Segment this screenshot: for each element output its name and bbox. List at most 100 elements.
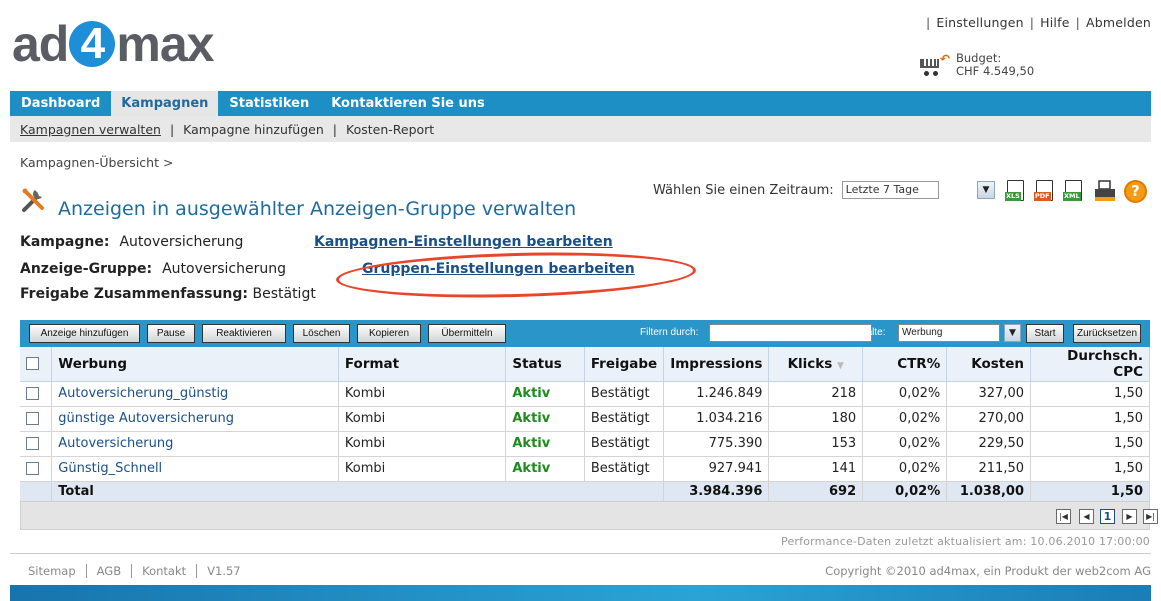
col-cpc[interactable]: Durchsch. CPC: [1030, 347, 1150, 382]
column-select[interactable]: Werbung: [898, 324, 1000, 342]
page-header: Anzeigen in ausgewählter Anzeigen-Gruppe…: [20, 180, 576, 220]
table-toolbar: Anzeige hinzufügen Pause Reaktivieren Lö…: [20, 320, 1150, 347]
tools-icon: [22, 188, 44, 212]
separator: |: [925, 15, 931, 30]
page-current[interactable]: 1: [1100, 509, 1115, 524]
help-link[interactable]: Hilfe: [1040, 15, 1069, 30]
reset-button[interactable]: Zurücksetzen: [1073, 324, 1141, 343]
klicks-cell: 153: [768, 431, 864, 457]
nav-kampagnen[interactable]: Kampagnen: [111, 91, 219, 116]
col-freigabe[interactable]: Freigabe: [584, 347, 665, 382]
footer-sitemap[interactable]: Sitemap: [28, 564, 86, 578]
format-cell: Kombi: [338, 406, 507, 432]
ad-name-link[interactable]: günstige Autoversicherung: [51, 406, 339, 432]
subnav-kampagnen-verwalten[interactable]: Kampagnen verwalten: [20, 122, 161, 137]
ctr-cell: 0,02%: [862, 406, 948, 432]
submit-button[interactable]: Übermitteln: [428, 324, 506, 343]
row-checkbox[interactable]: [26, 462, 39, 475]
copy-button[interactable]: Kopieren: [357, 324, 421, 343]
edit-campaign-settings-link[interactable]: Kampagnen-Einstellungen bearbeiten: [314, 234, 613, 250]
reactivate-button[interactable]: Reaktivieren: [202, 324, 286, 343]
total-klicks: 692: [768, 481, 864, 502]
table-row: Autoversicherung_günstig Kombi Aktiv Bes…: [20, 381, 1150, 407]
format-cell: Kombi: [338, 456, 507, 482]
nav-dashboard[interactable]: Dashboard: [10, 91, 111, 116]
logo-text-pre: ad: [12, 16, 69, 72]
settings-link[interactable]: Einstellungen: [936, 15, 1023, 30]
col-impressions[interactable]: Impressions: [663, 347, 770, 382]
impressions-cell: 775.390: [663, 431, 770, 457]
last-page-icon[interactable]: ▶|: [1143, 509, 1158, 524]
kosten-cell: 327,00: [946, 381, 1031, 407]
period-select[interactable]: Letzte 7 Tage: [841, 181, 939, 199]
prev-page-icon[interactable]: ◀: [1079, 509, 1094, 524]
sub-nav: Kampagnen verwalten | Kampagne hinzufügen |…: [10, 116, 1151, 142]
klicks-cell: 218: [768, 381, 864, 407]
xls-export-icon[interactable]: XLS: [1005, 180, 1027, 202]
cpc-cell: 1,50: [1030, 406, 1150, 432]
kosten-cell: 229,50: [946, 431, 1031, 457]
pager: |◀ ◀ 1 ▶ ▶|: [20, 501, 1158, 530]
cpc-cell: 1,50: [1030, 431, 1150, 457]
total-cpc: 1,50: [1030, 481, 1150, 502]
klicks-cell: 180: [768, 406, 864, 432]
ctr-cell: 0,02%: [862, 431, 948, 457]
column-dropdown-button[interactable]: ▼: [1004, 324, 1021, 342]
pdf-export-icon[interactable]: PDF: [1034, 180, 1056, 202]
ad-name-link[interactable]: Günstig_Schnell: [51, 456, 339, 482]
format-cell: Kombi: [338, 431, 507, 457]
nav-statistiken[interactable]: Statistiken: [218, 91, 320, 116]
help-icon[interactable]: ?: [1124, 180, 1147, 203]
breadcrumb[interactable]: Kampagnen-Übersicht >: [20, 155, 173, 170]
col-klicks[interactable]: Klicks ▼: [768, 347, 864, 382]
col-ctr[interactable]: CTR%: [862, 347, 948, 382]
delete-button[interactable]: Löschen: [293, 324, 350, 343]
main-nav: Dashboard Kampagnen Statistiken Kontakti…: [10, 91, 1151, 116]
xml-export-icon[interactable]: XML: [1063, 180, 1085, 202]
logout-link[interactable]: Abmelden: [1086, 15, 1151, 30]
klicks-cell: 141: [768, 456, 864, 482]
row-checkbox[interactable]: [26, 437, 39, 450]
format-cell: Kombi: [338, 381, 507, 407]
impressions-cell: 927.941: [663, 456, 770, 482]
col-format[interactable]: Format: [338, 347, 507, 382]
budget-box: ↶ Budget: CHF 4.549,50: [920, 52, 1034, 78]
sort-desc-icon: ▼: [837, 360, 844, 371]
logo[interactable]: ad 4 max: [12, 16, 214, 72]
status-cell: Aktiv: [505, 456, 585, 482]
freigabe-cell: Bestätigt: [584, 456, 665, 482]
ctr-cell: 0,02%: [862, 456, 948, 482]
col-status[interactable]: Status: [505, 347, 585, 382]
status-cell: Aktiv: [505, 381, 585, 407]
col-werbung[interactable]: Werbung: [51, 347, 339, 382]
total-row: Total 3.984.396 692 0,02% 1.038,00 1,50: [20, 481, 1150, 502]
subnav-kosten-report[interactable]: Kosten-Report: [346, 122, 434, 137]
nav-kontakt[interactable]: Kontaktieren Sie uns: [320, 91, 496, 116]
ads-table: Werbung Format Status Freigabe Impressio…: [20, 347, 1150, 502]
table-row: günstige Autoversicherung Kombi Aktiv Be…: [20, 406, 1150, 432]
ad-name-link[interactable]: Autoversicherung: [51, 431, 339, 457]
pause-button[interactable]: Pause: [147, 324, 195, 343]
footer-copyright: Copyright ©2010 ad4max, ein Produkt der …: [825, 564, 1151, 578]
period-dropdown-button[interactable]: ▼: [977, 181, 995, 199]
total-label: Total: [51, 481, 665, 502]
print-icon[interactable]: [1093, 180, 1117, 202]
row-checkbox[interactable]: [26, 412, 39, 425]
info-freigabe: Freigabe Zusammenfassung: Bestätigt: [20, 286, 316, 302]
total-impressions: 3.984.396: [663, 481, 770, 502]
add-ad-button[interactable]: Anzeige hinzufügen: [29, 324, 140, 343]
subnav-kampagne-hinzufuegen[interactable]: Kampagne hinzufügen: [183, 122, 324, 137]
select-all-checkbox[interactable]: [26, 357, 39, 371]
footer-agb[interactable]: AGB: [85, 564, 131, 578]
ad-name-link[interactable]: Autoversicherung_günstig: [51, 381, 339, 407]
logo-four: 4: [69, 21, 116, 67]
footer-kontakt[interactable]: Kontakt: [131, 564, 196, 578]
page-title: Anzeigen in ausgewählter Anzeigen-Gruppe…: [58, 198, 577, 220]
first-page-icon[interactable]: |◀: [1056, 509, 1071, 524]
table-row: Günstig_Schnell Kombi Aktiv Bestätigt 92…: [20, 456, 1150, 482]
next-page-icon[interactable]: ▶: [1122, 509, 1137, 524]
start-button[interactable]: Start: [1026, 324, 1064, 343]
row-checkbox[interactable]: [26, 387, 39, 400]
col-kosten[interactable]: Kosten: [946, 347, 1031, 382]
table-row: Autoversicherung Kombi Aktiv Bestätigt 7…: [20, 431, 1150, 457]
